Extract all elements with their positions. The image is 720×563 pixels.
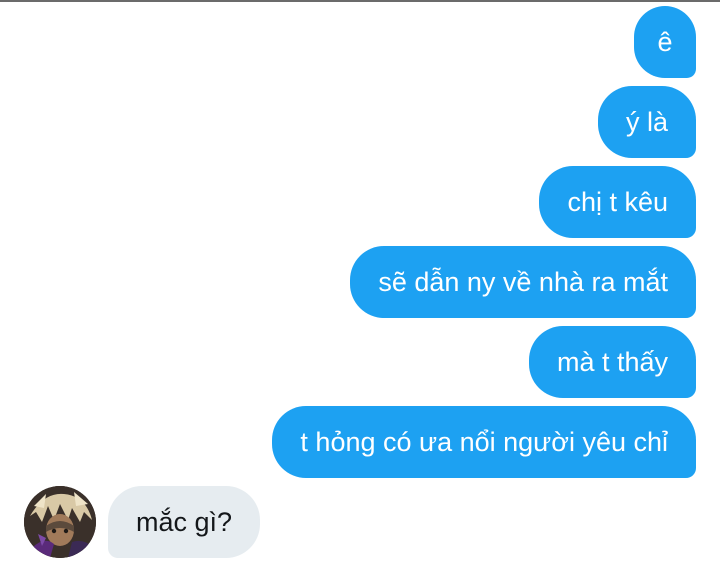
message-text: t hỏng có ưa nổi người yêu chỉ bbox=[300, 426, 668, 457]
message-thread[interactable]: ê ý là chị t kêu sẽ dẫn ny về nhà ra mắt… bbox=[0, 0, 720, 563]
sent-message-bubble[interactable]: sẽ dẫn ny về nhà ra mắt bbox=[350, 246, 696, 318]
received-message-bubble[interactable]: mắc gì? bbox=[108, 486, 261, 558]
avatar-image bbox=[24, 486, 96, 558]
message-text: ê bbox=[657, 26, 673, 57]
message-text: sẽ dẫn ny về nhà ra mắt bbox=[378, 266, 668, 297]
message-text: mắc gì? bbox=[136, 506, 233, 537]
sent-message-bubble[interactable]: ý là bbox=[597, 86, 696, 158]
message-text: ý là bbox=[625, 106, 668, 137]
contact-avatar[interactable] bbox=[24, 486, 96, 558]
message-text: mà t thấy bbox=[556, 346, 668, 377]
sent-message-bubble[interactable]: t hỏng có ưa nổi người yêu chỉ bbox=[272, 406, 696, 478]
sent-message-bubble[interactable]: mà t thấy bbox=[528, 326, 696, 398]
message-text: chị t kêu bbox=[567, 186, 668, 217]
sent-message-bubble[interactable]: ê bbox=[634, 6, 696, 78]
sent-message-bubble[interactable]: chị t kêu bbox=[539, 166, 696, 238]
